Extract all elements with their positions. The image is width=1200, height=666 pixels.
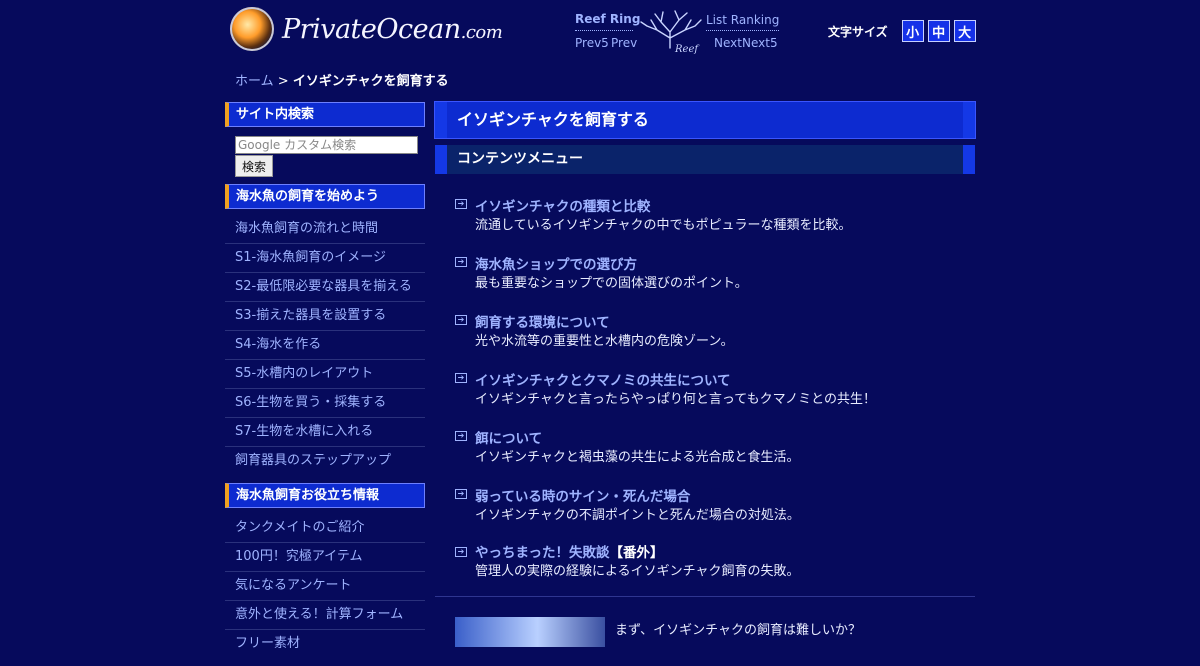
sidebar: サイト内検索 検索 海水魚の飼育を始めよう 海水魚飼育の流れと時間 S1-海水魚…: [225, 102, 425, 666]
sidebar-item[interactable]: 100円！究極アイテム: [225, 543, 425, 572]
font-size-small-button[interactable]: 小: [901, 20, 924, 42]
arrow-right-icon: ➔: [455, 199, 467, 209]
content-description: 流通しているイソギンチャクの中でもポピュラーな種類を比較。: [475, 218, 852, 233]
font-size-control: 文字サイズ 小 中 大: [828, 20, 976, 42]
anemone-photo: [455, 617, 605, 647]
sidebar-item[interactable]: S4-海水を作る: [225, 331, 425, 360]
arrow-right-icon: ➔: [455, 489, 467, 499]
arrow-right-icon: ➔: [455, 257, 467, 267]
list-item: ➔ イソギンチャクの種類と比較 流通しているイソギンチャクの中でもポピュラーな種…: [455, 196, 975, 235]
font-size-label: 文字サイズ: [828, 24, 888, 39]
reef-ring-widget: Reef Ring List Ranking Prev5 Prev Reef N…: [575, 10, 780, 56]
intro-text: まず、イソギンチャクの飼育は難しいか？: [615, 623, 861, 638]
section-heading-tips: 海水魚飼育お役立ち情報: [225, 483, 425, 508]
search-button[interactable]: 検索: [235, 155, 274, 177]
section-heading-start: 海水魚の飼育を始めよう: [225, 184, 425, 209]
content-link[interactable]: イソギンチャクとクマノミの共生について: [475, 373, 731, 389]
breadcrumb-current: イソギンチャクを飼育する: [292, 74, 449, 89]
list-item: ➔ 餌について イソギンチャクと褐虫藻の共生による光合成と食生活。: [455, 428, 975, 467]
content-link[interactable]: 餌について: [475, 431, 542, 447]
bonus-label: 【番外】: [609, 545, 664, 561]
breadcrumb: ホーム > イソギンチャクを飼育する: [235, 70, 449, 89]
list-item: ➔ 飼育する環境について 光や水流等の重要性と水槽内の危険ゾーン。: [455, 312, 975, 351]
prev5-link[interactable]: Prev5: [575, 36, 609, 50]
sidebar-item[interactable]: 飼育器具のステップアップ: [225, 447, 425, 475]
content-description: 最も重要なショップでの固体選びのポイント。: [475, 276, 748, 291]
content-description: 光や水流等の重要性と水槽内の危険ゾーン。: [475, 334, 734, 349]
coral-icon: Reef: [640, 10, 702, 54]
arrow-right-icon: ➔: [455, 547, 467, 557]
sidebar-item[interactable]: S2-最低限必要な器具を揃える: [225, 273, 425, 302]
logo-text: PrivateOcean.com: [282, 13, 503, 45]
search-heading: サイト内検索: [225, 102, 425, 127]
content-description: イソギンチャクと褐虫藻の共生による光合成と食生活。: [475, 450, 800, 465]
list-item: ➔ 弱っている時のサイン・死んだ場合 イソギンチャクの不調ポイントと死んだ場合の…: [455, 486, 975, 525]
sidebar-item[interactable]: 意外と使える！計算フォーム: [225, 601, 425, 630]
sidebar-item[interactable]: 気になるアンケート: [225, 572, 425, 601]
next-link[interactable]: Next: [714, 36, 742, 50]
sidebar-item[interactable]: S7-生物を水槽に入れる: [225, 418, 425, 447]
content-menu-heading: コンテンツメニュー: [435, 145, 975, 174]
breadcrumb-separator: >: [277, 74, 289, 89]
reef-ring-link[interactable]: Reef Ring: [575, 12, 640, 26]
content-link[interactable]: 飼育する環境について: [475, 315, 610, 331]
clownfish-logo-icon: [230, 7, 274, 51]
main-content: イソギンチャクを飼育する コンテンツメニュー ➔ イソギンチャクの種類と比較 流…: [434, 101, 976, 597]
content-link[interactable]: 海水魚ショップでの選び方: [475, 257, 637, 273]
sidebar-item[interactable]: S1-海水魚飼育のイメージ: [225, 244, 425, 273]
sidebar-item[interactable]: 海水魚飼育の流れと時間: [225, 215, 425, 244]
arrow-right-icon: ➔: [455, 431, 467, 441]
content-description: イソギンチャクと言ったらやっぱり何と言ってもクマノミとの共生！: [475, 392, 877, 407]
content-description: 管理人の実際の経験によるイソギンチャク飼育の失敗。: [475, 564, 800, 579]
page-title: イソギンチャクを飼育する: [434, 101, 976, 139]
content-menu-list: ➔ イソギンチャクの種類と比較 流通しているイソギンチャクの中でもポピュラーな種…: [435, 174, 975, 597]
breadcrumb-home-link[interactable]: ホーム: [235, 74, 274, 89]
start-guide-list: 海水魚飼育の流れと時間 S1-海水魚飼育のイメージ S2-最低限必要な器具を揃え…: [225, 209, 425, 483]
search-form: 検索: [225, 127, 425, 184]
arrow-right-icon: ➔: [455, 373, 467, 383]
content-link[interactable]: やっちまった！失敗談: [475, 545, 609, 561]
sidebar-item[interactable]: フリー素材: [225, 630, 425, 658]
sidebar-item[interactable]: S6-生物を買う・採集する: [225, 389, 425, 418]
list-item: ➔ やっちまった！失敗談【番外】 管理人の実際の経験によるイソギンチャク飼育の失…: [455, 544, 975, 581]
sidebar-item[interactable]: S3-揃えた器具を設置する: [225, 302, 425, 331]
tips-list: タンクメイトのご紹介 100円！究極アイテム 気になるアンケート 意外と使える！…: [225, 508, 425, 666]
content-link[interactable]: 弱っている時のサイン・死んだ場合: [475, 489, 690, 505]
arrow-right-icon: ➔: [455, 315, 467, 325]
svg-text:Reef: Reef: [674, 44, 700, 54]
list-item: ➔ 海水魚ショップでの選び方 最も重要なショップでの固体選びのポイント。: [455, 254, 975, 293]
sidebar-item[interactable]: S5-水槽内のレイアウト: [225, 360, 425, 389]
site-logo[interactable]: PrivateOcean.com: [230, 6, 503, 52]
list-ranking-link[interactable]: List Ranking: [706, 13, 780, 31]
font-size-medium-button[interactable]: 中: [927, 20, 950, 42]
content-link[interactable]: イソギンチャクの種類と比較: [475, 199, 650, 215]
search-input[interactable]: [235, 136, 418, 154]
font-size-large-button[interactable]: 大: [953, 20, 976, 42]
sidebar-item[interactable]: タンクメイトのご紹介: [225, 514, 425, 543]
content-description: イソギンチャクの不調ポイントと死んだ場合の対処法。: [475, 508, 800, 523]
divider: [575, 30, 633, 31]
list-item: ➔ イソギンチャクとクマノミの共生について イソギンチャクと言ったらやっぱり何と…: [455, 370, 975, 409]
prev-link[interactable]: Prev: [611, 36, 637, 50]
next5-link[interactable]: Next5: [742, 36, 778, 50]
